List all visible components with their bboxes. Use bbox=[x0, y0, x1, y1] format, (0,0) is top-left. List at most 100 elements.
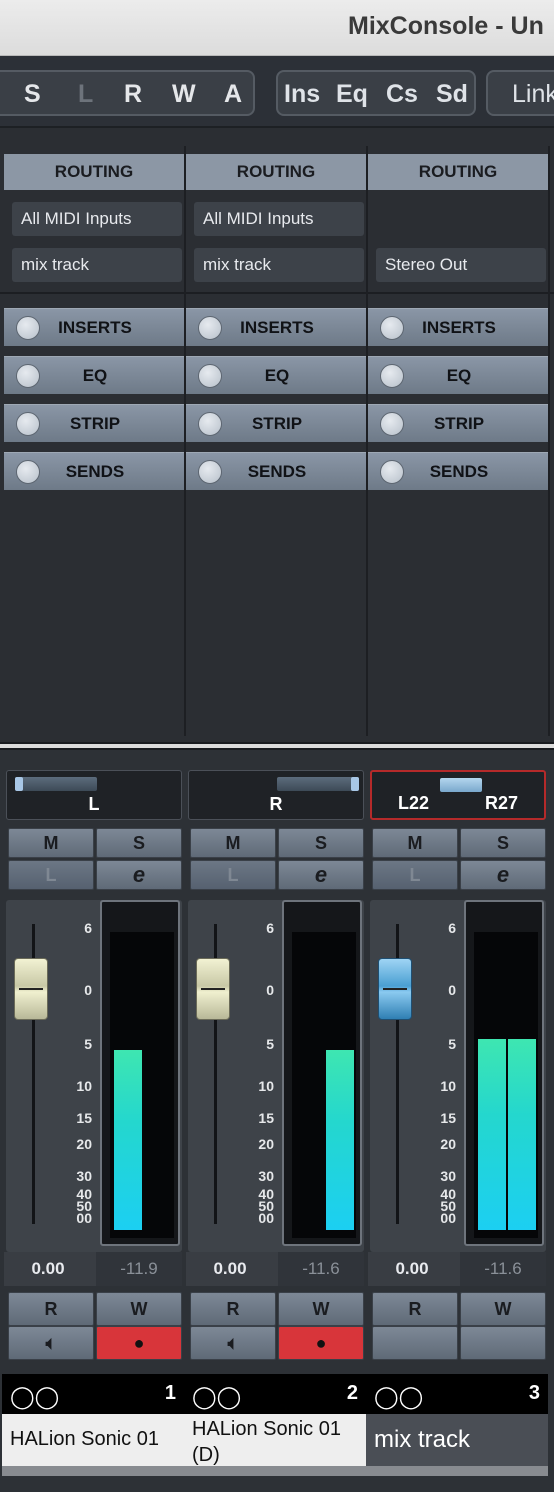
pan-knob[interactable] bbox=[351, 777, 359, 791]
read-button[interactable]: R bbox=[190, 1292, 276, 1326]
eq-section[interactable]: EQ bbox=[368, 356, 550, 394]
inserts-label: INSERTS bbox=[58, 318, 132, 337]
eq-section[interactable]: EQ bbox=[186, 356, 368, 394]
sends-view-button[interactable]: Sd bbox=[436, 80, 468, 109]
output-routing[interactable]: mix track bbox=[194, 248, 364, 282]
meter-bar-right bbox=[508, 1039, 536, 1230]
sends-bypass-icon[interactable] bbox=[380, 460, 404, 484]
pan-control[interactable]: L22 R27 bbox=[370, 770, 546, 820]
strip-bypass-icon[interactable] bbox=[16, 412, 40, 436]
scale-label: 00 bbox=[76, 1210, 92, 1226]
sends-section[interactable]: SENDS bbox=[186, 452, 368, 490]
input-routing[interactable]: All MIDI Inputs bbox=[194, 202, 364, 236]
edit-channel-button[interactable]: e bbox=[278, 860, 364, 890]
channel-name[interactable]: mix track bbox=[366, 1414, 548, 1466]
write-button[interactable]: W bbox=[96, 1292, 182, 1326]
strip-separator bbox=[548, 146, 550, 736]
scale-label: 00 bbox=[258, 1210, 274, 1226]
volume-value[interactable]: 0.00 bbox=[368, 1252, 456, 1286]
write-all-button[interactable]: W bbox=[172, 80, 196, 109]
pan-control[interactable]: R bbox=[188, 770, 364, 820]
inserts-section[interactable]: INSERTS bbox=[4, 308, 186, 346]
mute-button[interactable]: M bbox=[372, 828, 458, 858]
eq-view-button[interactable]: Eq bbox=[336, 80, 368, 109]
section-divider[interactable] bbox=[0, 742, 554, 750]
channel-name[interactable]: HALion Sonic 01 (D) bbox=[184, 1414, 366, 1466]
solo-button[interactable]: S bbox=[96, 828, 182, 858]
solo-button[interactable]: S bbox=[278, 828, 364, 858]
strip-bypass-icon[interactable] bbox=[198, 412, 222, 436]
input-routing[interactable]: All MIDI Inputs bbox=[12, 202, 182, 236]
volume-value[interactable]: 0.00 bbox=[186, 1252, 274, 1286]
volume-value[interactable]: 0.00 bbox=[4, 1252, 92, 1286]
channel-name-text: HALion Sonic 01 (D) bbox=[192, 1418, 341, 1466]
routing-header[interactable]: ROUTING bbox=[186, 154, 366, 190]
strip-section[interactable]: STRIP bbox=[186, 404, 368, 442]
inserts-bypass-icon[interactable] bbox=[16, 316, 40, 340]
read-button[interactable]: R bbox=[372, 1292, 458, 1326]
write-button[interactable]: W bbox=[460, 1292, 546, 1326]
monitor-button[interactable] bbox=[372, 1326, 458, 1360]
link-button[interactable]: Link bbox=[486, 70, 554, 116]
pan-right-value: R27 bbox=[484, 793, 518, 813]
scale-label: 20 bbox=[440, 1136, 456, 1152]
solo-button[interactable]: S bbox=[460, 828, 546, 858]
output-routing[interactable]: Stereo Out bbox=[376, 248, 546, 282]
read-button[interactable]: R bbox=[8, 1292, 94, 1326]
monitor-button[interactable]: 🔈︎ bbox=[8, 1326, 94, 1360]
pan-value: R bbox=[269, 794, 283, 814]
strip-section[interactable]: STRIP bbox=[368, 404, 550, 442]
peak-value[interactable]: -11.9 bbox=[96, 1252, 182, 1286]
mute-button[interactable]: M bbox=[190, 828, 276, 858]
channel-strip-1: L M S L e 6 0 5 10 15 20 30 40 50 00 0.0… bbox=[2, 750, 184, 1492]
volume-fader[interactable] bbox=[378, 958, 412, 1020]
read-all-button[interactable]: R bbox=[124, 80, 142, 109]
pan-knob[interactable] bbox=[440, 778, 482, 792]
output-routing[interactable]: mix track bbox=[12, 248, 182, 282]
volume-fader[interactable] bbox=[196, 958, 230, 1020]
eq-bypass-icon[interactable] bbox=[380, 364, 404, 388]
peak-value[interactable]: -11.6 bbox=[278, 1252, 364, 1286]
sends-bypass-icon[interactable] bbox=[198, 460, 222, 484]
listen-button[interactable]: L bbox=[372, 860, 458, 890]
monitor-button[interactable]: 🔈︎ bbox=[190, 1326, 276, 1360]
strip-section[interactable]: STRIP bbox=[4, 404, 186, 442]
strip-bypass-icon[interactable] bbox=[380, 412, 404, 436]
automation-button[interactable]: A bbox=[224, 80, 242, 109]
routing-header[interactable]: ROUTING bbox=[368, 154, 548, 190]
inserts-section[interactable]: INSERTS bbox=[368, 308, 550, 346]
channel-name[interactable]: HALion Sonic 01 bbox=[2, 1414, 184, 1466]
record-enable-button[interactable]: ● bbox=[278, 1326, 364, 1360]
channel-number: 1 bbox=[164, 1382, 176, 1404]
pan-knob[interactable] bbox=[15, 777, 23, 791]
inserts-section[interactable]: INSERTS bbox=[186, 308, 368, 346]
edit-channel-button[interactable]: e bbox=[96, 860, 182, 890]
channel-header: ◯◯ 1 bbox=[2, 1374, 184, 1414]
sends-bypass-icon[interactable] bbox=[16, 460, 40, 484]
listen-button[interactable]: L bbox=[8, 860, 94, 890]
listen-button[interactable]: L bbox=[190, 860, 276, 890]
inserts-bypass-icon[interactable] bbox=[380, 316, 404, 340]
record-icon: ● bbox=[315, 1333, 327, 1353]
record-enable-button[interactable]: ● bbox=[96, 1326, 182, 1360]
sends-section[interactable]: SENDS bbox=[4, 452, 186, 490]
routing-header[interactable]: ROUTING bbox=[4, 154, 184, 190]
solo-all-button[interactable]: S bbox=[24, 80, 41, 109]
inserts-view-button[interactable]: Ins bbox=[284, 80, 320, 109]
meter-background bbox=[474, 932, 538, 1238]
volume-fader[interactable] bbox=[14, 958, 48, 1020]
pan-control[interactable]: L bbox=[6, 770, 182, 820]
eq-bypass-icon[interactable] bbox=[16, 364, 40, 388]
write-button[interactable]: W bbox=[278, 1292, 364, 1326]
listen-all-button[interactable]: L bbox=[78, 80, 93, 109]
eq-bypass-icon[interactable] bbox=[198, 364, 222, 388]
eq-section[interactable]: EQ bbox=[4, 356, 186, 394]
edit-channel-button[interactable]: e bbox=[460, 860, 546, 890]
level-meter bbox=[100, 900, 180, 1246]
record-enable-button[interactable] bbox=[460, 1326, 546, 1360]
peak-value[interactable]: -11.6 bbox=[460, 1252, 546, 1286]
mute-button[interactable]: M bbox=[8, 828, 94, 858]
channel-strip-view-button[interactable]: Cs bbox=[386, 80, 418, 109]
sends-section[interactable]: SENDS bbox=[368, 452, 550, 490]
inserts-bypass-icon[interactable] bbox=[198, 316, 222, 340]
